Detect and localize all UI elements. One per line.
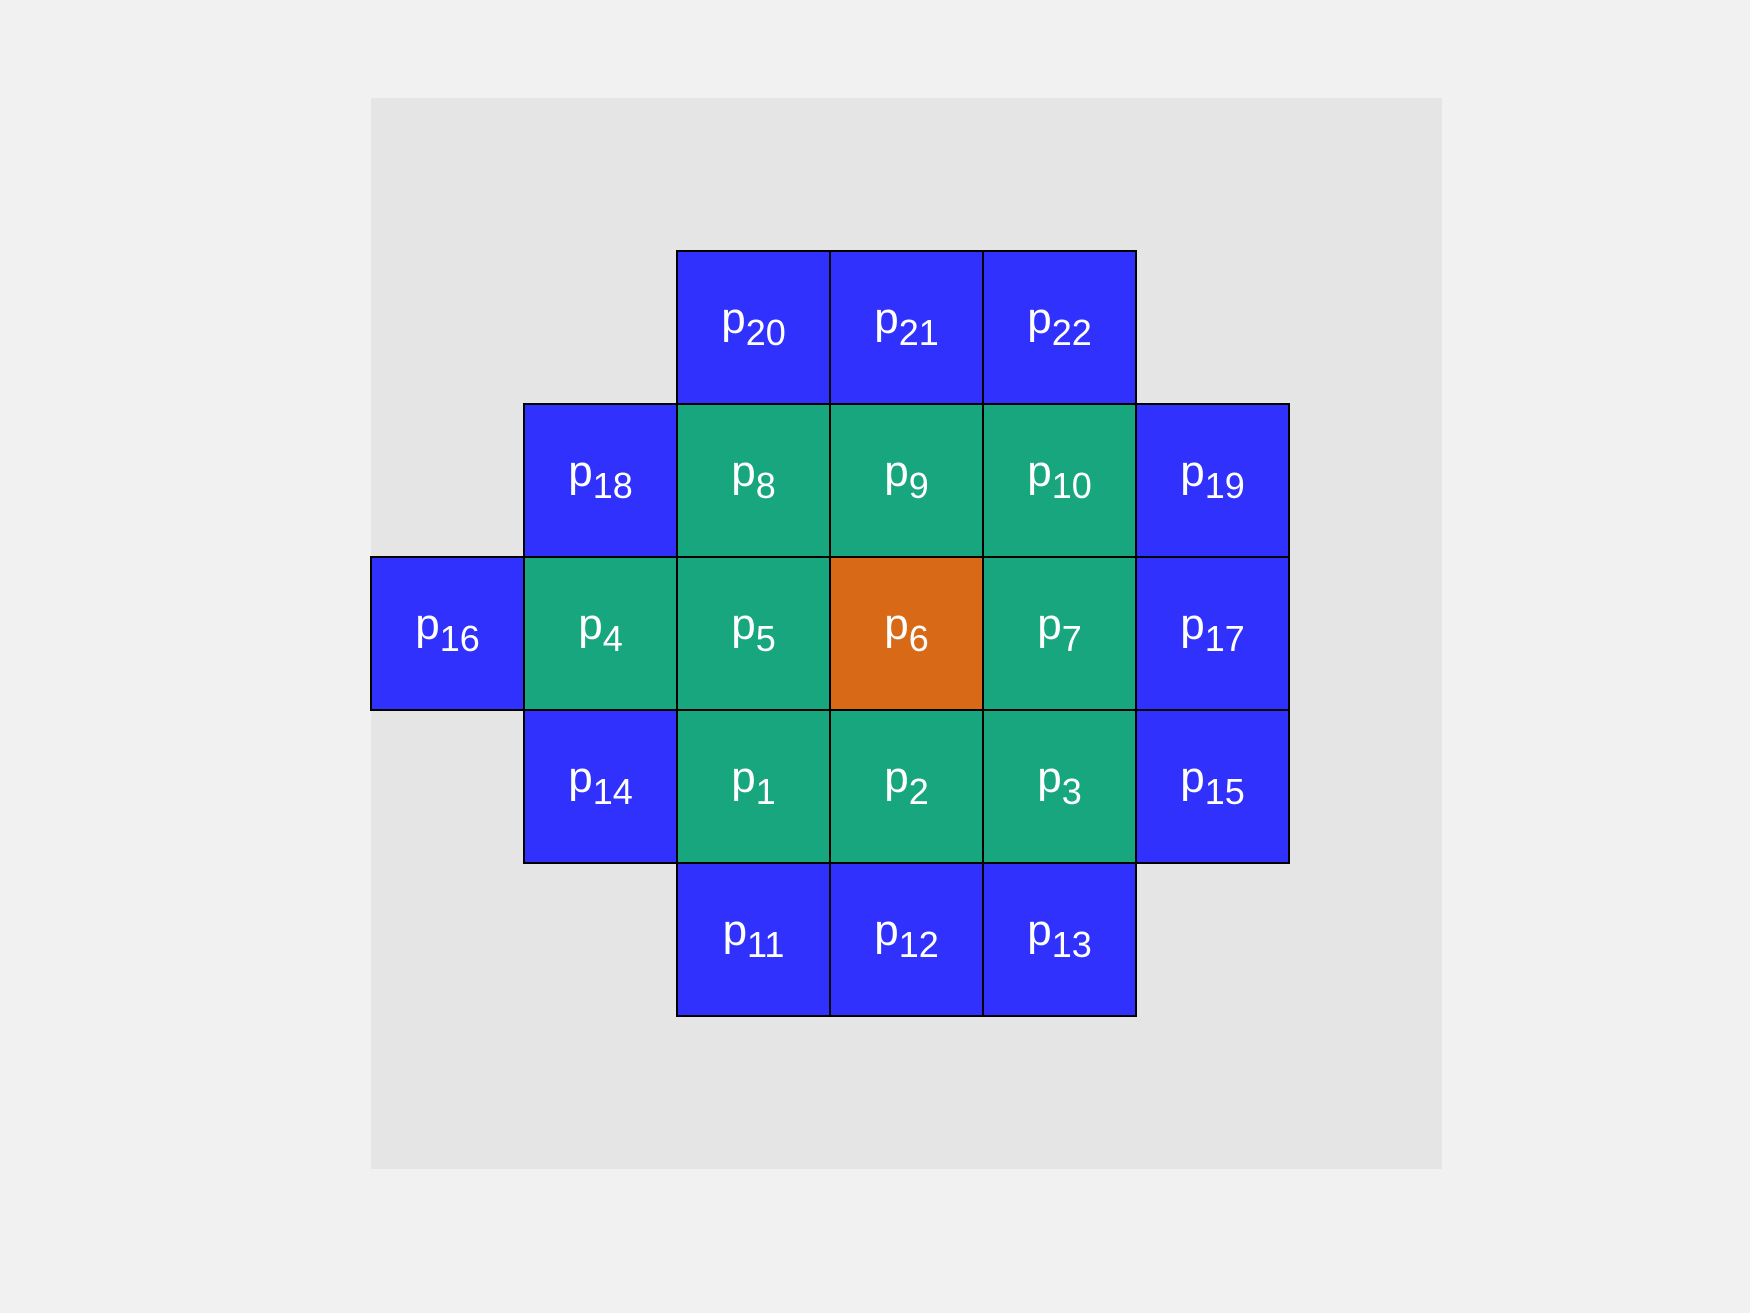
cell-p5-subscript: 5: [756, 618, 776, 659]
cell-p20-subscript: 20: [746, 312, 786, 353]
cell-p13-subscript: 13: [1052, 924, 1092, 965]
cell-p20: p20: [676, 250, 831, 405]
cell-p11-subscript: 11: [747, 924, 784, 965]
cell-p5-base: p: [731, 600, 755, 649]
cell-p17-base: p: [1180, 600, 1204, 649]
cell-p18-subscript: 18: [593, 465, 633, 506]
cell-p7-subscript: 7: [1062, 618, 1082, 659]
cell-p6-base: p: [884, 600, 908, 649]
cell-p21-subscript: 21: [899, 312, 939, 353]
cell-p21-base: p: [874, 294, 898, 343]
cell-p9: p9: [829, 403, 984, 558]
cell-p19-base: p: [1180, 447, 1204, 496]
cell-p20-base: p: [721, 294, 745, 343]
cell-p11-base: p: [723, 906, 747, 955]
cell-p11: p11: [676, 862, 831, 1017]
cell-p7: p7: [982, 556, 1137, 711]
cell-p12-subscript: 12: [899, 924, 939, 965]
cell-p12-base: p: [874, 906, 898, 955]
cell-p15-subscript: 15: [1205, 771, 1245, 812]
cell-p5: p5: [676, 556, 831, 711]
cell-p4-base: p: [578, 600, 602, 649]
cell-p2: p2: [829, 709, 984, 864]
cell-p4: p4: [523, 556, 678, 711]
cell-p18-base: p: [568, 447, 592, 496]
cell-p22-subscript: 22: [1052, 312, 1092, 353]
cell-p1-subscript: 1: [756, 771, 776, 812]
cell-p7-base: p: [1037, 600, 1061, 649]
cell-p15-base: p: [1180, 753, 1204, 802]
cell-p16-base: p: [415, 600, 439, 649]
cell-p10: p10: [982, 403, 1137, 558]
cell-p1: p1: [676, 709, 831, 864]
cell-p22-base: p: [1027, 294, 1051, 343]
cell-p16-subscript: 16: [440, 618, 480, 659]
cell-p4-subscript: 4: [603, 618, 623, 659]
cell-p18: p18: [523, 403, 678, 558]
pixel-neighborhood-diagram: p20 p21 p22p18 p8 p9 p10 p19p16 p4 p5 p6 p7 p17p14 p…: [0, 0, 1750, 1313]
cell-p17-subscript: 17: [1205, 618, 1245, 659]
cell-p2-subscript: 2: [909, 771, 929, 812]
cell-p1-base: p: [731, 753, 755, 802]
cell-p19-subscript: 19: [1205, 465, 1245, 506]
cell-p8-base: p: [731, 447, 755, 496]
cell-p3: p3: [982, 709, 1137, 864]
cell-p14-subscript: 14: [593, 771, 633, 812]
cell-p22: p22: [982, 250, 1137, 405]
cell-p21: p21: [829, 250, 984, 405]
cell-p17: p17: [1135, 556, 1290, 711]
cell-p13-base: p: [1027, 906, 1051, 955]
cell-p13: p13: [982, 862, 1137, 1017]
cell-p6-subscript: 6: [909, 618, 929, 659]
cell-p9-subscript: 9: [909, 465, 929, 506]
cell-p15: p15: [1135, 709, 1290, 864]
cell-p9-base: p: [884, 447, 908, 496]
cell-p16: p16: [370, 556, 525, 711]
cell-p12: p12: [829, 862, 984, 1017]
cell-p19: p19: [1135, 403, 1290, 558]
cell-p3-subscript: 3: [1062, 771, 1082, 812]
cell-p14-base: p: [568, 753, 592, 802]
cell-p3-base: p: [1037, 753, 1061, 802]
cell-p8: p8: [676, 403, 831, 558]
cell-p8-subscript: 8: [756, 465, 776, 506]
cell-p14: p14: [523, 709, 678, 864]
cell-p10-base: p: [1027, 447, 1051, 496]
cell-p6: p6: [829, 556, 984, 711]
cell-p2-base: p: [884, 753, 908, 802]
cell-p10-subscript: 10: [1052, 465, 1092, 506]
